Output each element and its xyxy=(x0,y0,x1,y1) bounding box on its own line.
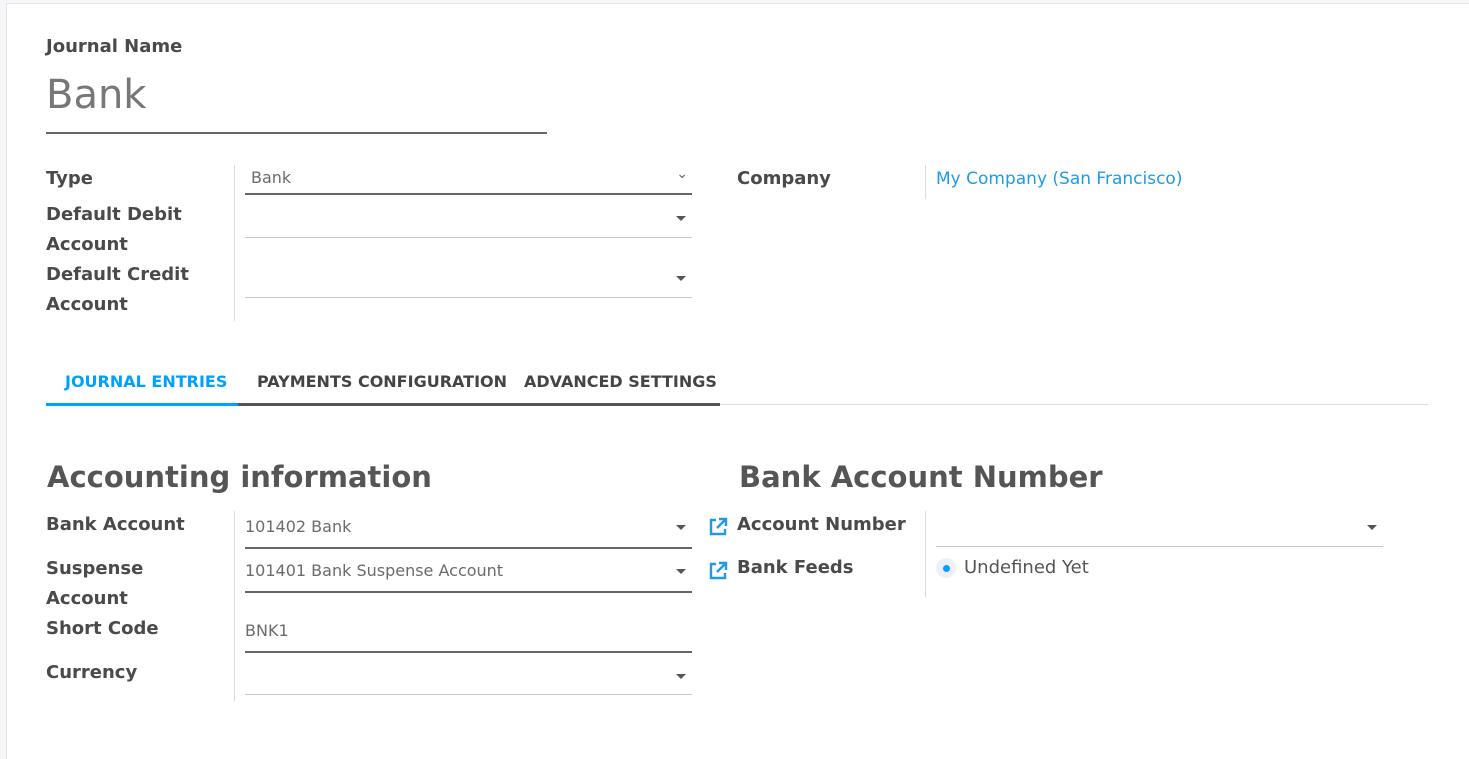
tab-journal-entries[interactable]: JOURNAL ENTRIES xyxy=(65,372,227,391)
short-code-value: BNK1 xyxy=(245,621,289,640)
bank-account-number-heading: Bank Account Number xyxy=(739,460,1103,494)
short-code-label: Short Code xyxy=(46,618,159,639)
journal-name-input[interactable]: Bank xyxy=(46,72,146,118)
separator xyxy=(925,511,926,597)
caret-down-icon xyxy=(676,569,686,574)
short-code-input[interactable]: BNK1 xyxy=(245,616,692,653)
caret-down-icon xyxy=(676,216,686,221)
bank-feeds-value: Undefined Yet xyxy=(964,557,1089,578)
tab-payments-configuration[interactable]: PAYMENTS CONFIGURATION xyxy=(257,372,507,391)
type-value: Bank xyxy=(251,168,292,187)
tabs-underline xyxy=(238,403,720,406)
debit-label-1: Default Debit xyxy=(46,204,182,225)
separator xyxy=(234,165,235,321)
bank-feeds-radio[interactable] xyxy=(936,558,956,578)
default-debit-account-select[interactable] xyxy=(245,200,692,238)
credit-label-2: Account xyxy=(46,294,128,315)
radio-dot-icon xyxy=(943,565,950,572)
type-label: Type xyxy=(46,168,93,189)
credit-label-1: Default Credit xyxy=(46,264,189,285)
currency-label: Currency xyxy=(46,662,138,683)
caret-down-icon xyxy=(676,674,686,679)
type-select[interactable]: Bank ⌄ xyxy=(245,166,692,195)
account-number-select[interactable] xyxy=(936,512,1383,547)
journal-name-underline xyxy=(46,132,547,134)
caret-down-icon xyxy=(676,525,686,530)
default-credit-account-select[interactable] xyxy=(245,260,692,298)
external-link-icon[interactable] xyxy=(707,516,729,538)
suspense-account-value: 101401 Bank Suspense Account xyxy=(245,561,504,580)
company-link[interactable]: My Company (San Francisco) xyxy=(936,169,1182,189)
bank-account-select[interactable]: 101402 Bank xyxy=(245,512,692,549)
company-label: Company xyxy=(737,168,831,189)
chevron-down-icon: ⌄ xyxy=(676,166,688,182)
caret-down-icon xyxy=(1367,525,1377,530)
bank-account-label: Bank Account xyxy=(46,514,185,535)
caret-down-icon xyxy=(676,276,686,281)
separator xyxy=(925,165,926,199)
debit-label-2: Account xyxy=(46,234,128,255)
suspense-account-select[interactable]: 101401 Bank Suspense Account xyxy=(245,556,692,593)
accounting-information-heading: Accounting information xyxy=(47,460,432,494)
active-tab-indicator xyxy=(46,403,238,406)
separator xyxy=(234,511,235,701)
account-number-label: Account Number xyxy=(737,514,906,535)
suspense-label-1: Suspense xyxy=(46,558,144,579)
suspense-label-2: Account xyxy=(46,588,128,609)
bank-feeds-label: Bank Feeds xyxy=(737,557,854,578)
external-link-icon[interactable] xyxy=(707,560,729,582)
journal-name-label: Journal Name xyxy=(46,36,183,57)
currency-select[interactable] xyxy=(245,660,692,695)
bank-account-value: 101402 Bank xyxy=(245,517,352,536)
tab-advanced-settings[interactable]: ADVANCED SETTINGS xyxy=(524,372,717,391)
